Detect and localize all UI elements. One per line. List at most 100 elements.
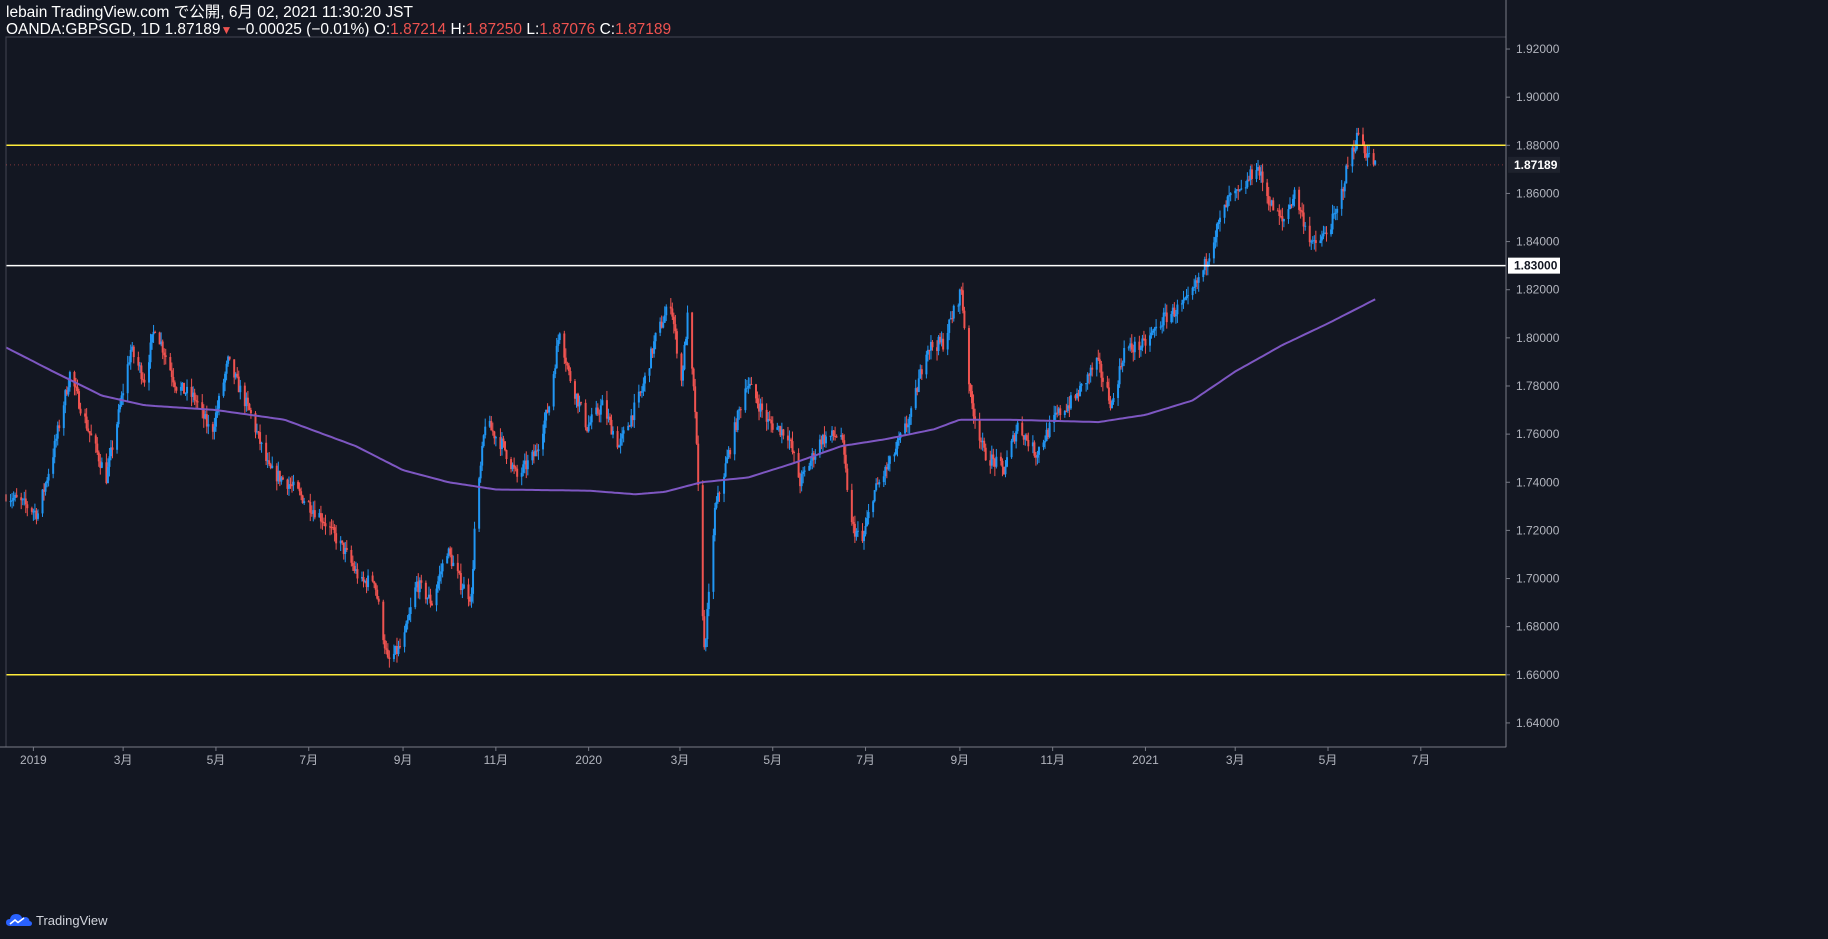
- candle-body: [11, 500, 14, 502]
- candle-body: [1261, 171, 1264, 183]
- candle-body: [896, 440, 899, 449]
- candle-body: [1121, 362, 1124, 367]
- y-tick-label: 1.86000: [1516, 186, 1560, 200]
- candle-body: [1174, 314, 1177, 317]
- candle-body: [704, 639, 707, 648]
- candle-body: [196, 401, 199, 403]
- candle-body: [186, 386, 189, 394]
- candle-body: [1345, 165, 1348, 184]
- candle-body: [96, 443, 99, 453]
- candle-body: [1001, 460, 1004, 467]
- candle-body: [1229, 193, 1232, 196]
- candle-body: [701, 485, 704, 617]
- candle-body: [744, 388, 747, 411]
- candle-body: [1106, 381, 1109, 388]
- candle-body: [878, 482, 881, 485]
- candle-body: [503, 441, 506, 451]
- candle-body: [409, 607, 412, 614]
- candle-body: [675, 331, 678, 354]
- candle-body: [514, 467, 517, 469]
- candle-body: [707, 591, 710, 610]
- candle-body: [686, 312, 689, 339]
- candle-body: [1267, 196, 1270, 205]
- candle-body: [424, 582, 427, 600]
- x-tick-label: 5月: [207, 753, 226, 767]
- x-tick-label: 3月: [1226, 753, 1245, 767]
- candle-body: [446, 556, 449, 564]
- candle-body: [408, 613, 411, 621]
- candle-body: [52, 457, 55, 474]
- candle-body: [692, 368, 695, 387]
- candle-body: [729, 450, 732, 455]
- candle-body: [843, 440, 846, 455]
- candle-body: [608, 416, 611, 420]
- candle-body: [129, 349, 132, 363]
- candle-body: [1027, 439, 1030, 447]
- candle-body: [46, 480, 49, 484]
- x-tick-label: 7月: [1411, 753, 1430, 767]
- candle-body: [201, 402, 204, 409]
- candle-body: [385, 648, 388, 650]
- candle-body: [1287, 209, 1290, 220]
- candle-body: [441, 563, 444, 572]
- candle-body: [437, 581, 440, 589]
- candle-body: [983, 440, 986, 448]
- x-tick-label: 9月: [951, 753, 970, 767]
- candle-body: [1322, 233, 1325, 237]
- y-tick-label: 1.82000: [1516, 283, 1560, 297]
- candle-body: [1170, 314, 1173, 323]
- candle-body: [739, 409, 742, 411]
- candle-body: [1292, 198, 1295, 206]
- candle-body: [1065, 410, 1068, 412]
- y-tick-label: 1.76000: [1516, 427, 1560, 441]
- candle-body: [1266, 182, 1269, 197]
- candle-body: [222, 382, 225, 396]
- candle-body: [214, 412, 217, 427]
- candle-body: [108, 456, 111, 467]
- candle-body: [907, 425, 910, 428]
- candle-body: [1244, 187, 1247, 189]
- candle-body: [1272, 200, 1275, 211]
- price-chart[interactable]: 1.83000 1.92000 1.90000 1.88000 1.86000 1.84…: [0, 0, 1828, 939]
- candle-body: [265, 442, 268, 461]
- candle-body: [143, 379, 146, 383]
- candle-body: [1048, 422, 1051, 438]
- candle-body: [259, 432, 262, 444]
- candle-body: [1056, 412, 1059, 414]
- candle-body: [1117, 384, 1120, 398]
- candle-body: [78, 391, 81, 409]
- candle-body: [1042, 442, 1045, 448]
- candle-body: [87, 428, 90, 432]
- candle-body: [479, 465, 482, 479]
- candle-body: [917, 378, 920, 392]
- candle-body: [297, 481, 300, 489]
- candle-body: [674, 324, 677, 332]
- candle-body: [1110, 402, 1113, 409]
- candle-body: [548, 406, 551, 413]
- candle-body: [505, 450, 508, 460]
- candle-body: [1044, 441, 1047, 443]
- candle-body: [590, 414, 593, 423]
- candle-body: [1101, 377, 1104, 382]
- candle-body: [1282, 219, 1285, 222]
- candle-body: [1354, 149, 1357, 152]
- candle-body: [520, 472, 523, 477]
- candle-body: [356, 569, 359, 579]
- candle-body: [24, 498, 27, 505]
- candle-body: [170, 370, 173, 377]
- footer-brand: TradingView: [36, 912, 108, 928]
- candle-body: [931, 341, 934, 348]
- candle-body: [414, 587, 417, 608]
- candle-body: [373, 581, 376, 584]
- candle-body: [872, 501, 875, 513]
- candle-body: [154, 331, 157, 333]
- candle-body: [195, 400, 198, 402]
- candle-body: [802, 471, 805, 474]
- candle-body: [683, 344, 686, 370]
- tradingview-logo[interactable]: TradingView: [6, 910, 108, 930]
- y-tick-label: 1.92000: [1516, 42, 1560, 56]
- candle-body: [1155, 326, 1158, 329]
- candle-body: [789, 439, 792, 442]
- candle-body: [260, 442, 263, 444]
- candle-body: [537, 449, 540, 451]
